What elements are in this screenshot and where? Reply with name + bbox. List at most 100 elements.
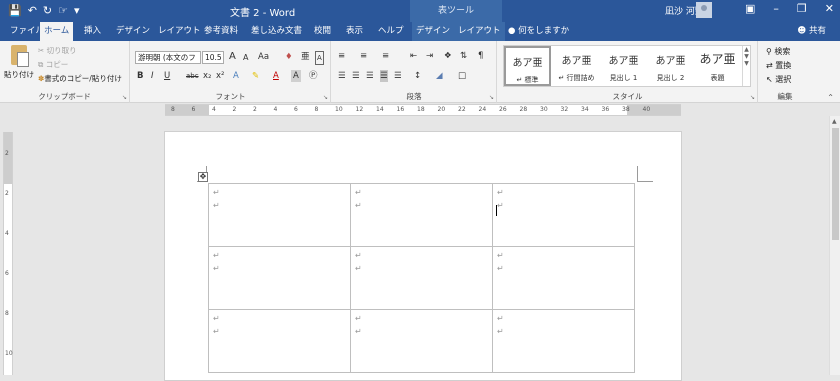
find-button[interactable]: ⚲ 検索: [766, 46, 790, 57]
tab-help[interactable]: ヘルプ: [374, 22, 408, 41]
more-icon[interactable]: ▼: [744, 60, 749, 67]
highlight-icon[interactable]: ✎: [252, 70, 259, 82]
enclose-characters-icon[interactable]: Ⓟ: [309, 70, 318, 82]
style-normal[interactable]: あア亜 ↵ 標準: [504, 46, 551, 86]
tab-view[interactable]: 表示: [342, 22, 367, 41]
paragraph-mark: ↵: [355, 314, 362, 323]
gallery-scroll[interactable]: ▲ ▼ ▼: [742, 46, 750, 86]
font-size-box[interactable]: 10.5: [202, 51, 224, 64]
select-label: 選択: [775, 75, 792, 84]
horizontal-ruler[interactable]: 8 6 4 2 2 4 6 8 10 12 14 16 18 20 22 24 26 28 30 32 34 36 38 40: [165, 104, 681, 116]
replace-button[interactable]: ⇄ 置換: [766, 60, 791, 71]
customize-icon[interactable]: ▾: [74, 3, 80, 19]
undo-icon[interactable]: ↶: [28, 3, 37, 19]
increase-indent-icon[interactable]: ⇥: [426, 50, 433, 62]
scroll-thumb[interactable]: [832, 128, 839, 240]
save-icon[interactable]: 💾: [8, 3, 22, 19]
style-no-spacing[interactable]: あア亜 ↵ 行間詰め: [553, 46, 600, 86]
chevron-down-icon[interactable]: ▼: [744, 53, 749, 60]
font-color-icon[interactable]: A: [273, 70, 279, 82]
bullets-icon[interactable]: ≡: [338, 50, 345, 62]
decrease-indent-icon[interactable]: ⇤: [410, 50, 417, 62]
style-heading-1[interactable]: あア亜 見出し 1: [600, 46, 647, 86]
multilevel-list-icon[interactable]: ≡: [382, 50, 389, 62]
italic-button[interactable]: I: [151, 70, 154, 82]
show-marks-icon[interactable]: ¶: [478, 50, 483, 62]
avatar[interactable]: [696, 2, 712, 18]
numbering-icon[interactable]: ≡: [360, 50, 367, 62]
justify-icon[interactable]: ☰: [380, 70, 388, 82]
text-effects-icon[interactable]: A: [233, 70, 239, 82]
dialog-launcher-icon[interactable]: ↘: [122, 94, 127, 101]
line-spacing-icon[interactable]: ↕: [414, 70, 421, 82]
ribbon-display-icon[interactable]: ▣: [745, 2, 755, 15]
vertical-ruler[interactable]: 2 2 4 6 8 10: [3, 132, 13, 375]
grow-font-button[interactable]: A: [229, 51, 236, 63]
restore-icon[interactable]: ❐: [797, 2, 807, 15]
asian-layout-icon[interactable]: ❖: [444, 50, 452, 62]
paragraph-mark: ↵: [213, 264, 220, 273]
paste-button[interactable]: 貼り付け: [4, 69, 34, 80]
tab-references[interactable]: 参考資料: [200, 22, 242, 41]
dialog-launcher-icon[interactable]: ↘: [489, 94, 494, 101]
strikethrough-button[interactable]: abc: [186, 70, 199, 82]
tab-table-layout[interactable]: レイアウト: [454, 22, 505, 41]
table-cell[interactable]: ↵ ↵: [492, 183, 635, 247]
redo-icon[interactable]: ↻: [43, 3, 52, 19]
scroll-up-icon[interactable]: ▲: [832, 118, 837, 125]
table-cell[interactable]: ↵ ↵: [492, 309, 635, 373]
dialog-launcher-icon[interactable]: ↘: [750, 94, 755, 101]
table-cell[interactable]: ↵ ↵: [350, 309, 493, 373]
paste-icon[interactable]: [8, 45, 30, 69]
copy-button[interactable]: ⧉ コピー: [38, 59, 68, 70]
font-name-box[interactable]: 游明朝 (本文のフ: [135, 51, 201, 64]
clear-formatting-icon[interactable]: ♦: [285, 51, 293, 63]
dialog-launcher-icon[interactable]: ↘: [323, 94, 328, 101]
distribute-icon[interactable]: ☰: [394, 70, 402, 82]
change-case-button[interactable]: Aa: [258, 51, 269, 63]
shrink-font-button[interactable]: A: [243, 52, 248, 64]
close-icon[interactable]: ✕: [825, 2, 834, 15]
cut-button[interactable]: ✂ 切り取り: [38, 45, 77, 56]
character-shading-icon[interactable]: A: [291, 70, 301, 82]
minimize-icon[interactable]: –: [773, 2, 779, 15]
tab-home[interactable]: ホーム: [40, 22, 74, 41]
bold-button[interactable]: B: [137, 70, 143, 82]
style-heading-2[interactable]: あア亜 見出し 2: [647, 46, 694, 86]
tab-table-design[interactable]: デザイン: [412, 22, 455, 41]
format-painter-button[interactable]: ✽書式のコピー/貼り付け: [38, 73, 122, 84]
collapse-ribbon-icon[interactable]: ⌃: [827, 93, 834, 102]
document-title: 文書 2 - Word: [230, 8, 296, 19]
share-button[interactable]: ☻ 共有: [797, 22, 826, 41]
table-cell[interactable]: ↵ ↵: [208, 246, 351, 310]
table-cell[interactable]: ↵ ↵: [350, 246, 493, 310]
touch-mode-icon[interactable]: ☞: [58, 3, 68, 19]
sort-icon[interactable]: ⇅: [460, 50, 467, 62]
tab-layout[interactable]: レイアウト: [154, 22, 205, 41]
table-move-handle-icon[interactable]: ✥: [198, 172, 208, 182]
vertical-scrollbar[interactable]: ▲: [829, 116, 840, 375]
subscript-button[interactable]: x₂: [203, 70, 211, 82]
borders-icon[interactable]: □: [458, 70, 466, 82]
table-cell[interactable]: ↵ ↵: [350, 183, 493, 247]
tab-review[interactable]: 校閲: [310, 22, 335, 41]
document-table[interactable]: ↵ ↵ ↵ ↵ ↵ ↵ ↵ ↵ ↵ ↵ ↵ ↵ ↵ ↵ ↵ ↵ ↵ ↵: [208, 183, 635, 373]
table-cell[interactable]: ↵ ↵: [208, 309, 351, 373]
tab-design[interactable]: デザイン: [112, 22, 154, 41]
tell-me-box[interactable]: ● 何をしますか: [508, 22, 569, 41]
style-title[interactable]: あア亜 表題: [694, 46, 741, 86]
chevron-up-icon[interactable]: ▲: [744, 46, 749, 53]
align-left-icon[interactable]: ☰: [338, 70, 346, 82]
shading-icon[interactable]: ◢: [436, 70, 443, 82]
tab-insert[interactable]: 挿入: [80, 22, 105, 41]
tab-mailings[interactable]: 差し込み文書: [247, 22, 306, 41]
phonetic-guide-icon[interactable]: 亜: [301, 51, 310, 63]
select-button[interactable]: ↖ 選択: [766, 74, 791, 85]
superscript-button[interactable]: x²: [216, 70, 224, 82]
align-right-icon[interactable]: ☰: [366, 70, 374, 82]
table-cell[interactable]: ↵ ↵: [492, 246, 635, 310]
underline-button[interactable]: U: [164, 70, 170, 82]
align-center-icon[interactable]: ☰: [352, 70, 360, 82]
character-border-icon[interactable]: A: [315, 51, 324, 65]
table-cell[interactable]: ↵ ↵: [208, 183, 351, 247]
